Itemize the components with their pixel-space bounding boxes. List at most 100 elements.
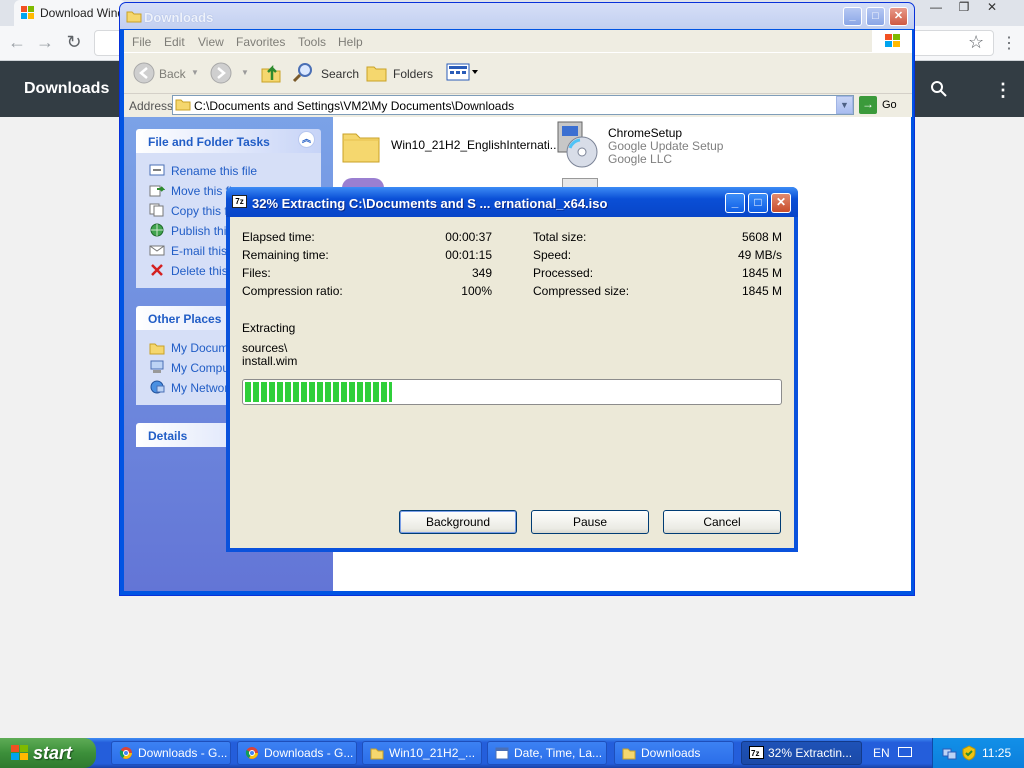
place-my-computer[interactable]: My Comput (171, 361, 232, 375)
current-directory: sources\ (242, 341, 288, 355)
folder-icon (370, 746, 384, 760)
reload-icon[interactable]: ↻ (64, 33, 84, 53)
forward-icon[interactable] (209, 61, 233, 85)
elapsed-time-value: 00:00:37 (445, 230, 492, 244)
task-move[interactable]: Move this fi (171, 184, 232, 198)
dialog-maximize-button[interactable]: □ (748, 193, 768, 213)
forward-arrow-icon[interactable]: → (35, 33, 55, 53)
taskbar-button-7zip[interactable]: 7z 32% Extractin... (741, 741, 862, 765)
address-path: C:\Documents and Settings\VM2\My Documen… (194, 99, 515, 113)
cancel-button[interactable]: Cancel (663, 510, 781, 534)
search-icon[interactable] (292, 61, 314, 83)
search-icon[interactable] (930, 80, 948, 98)
go-button[interactable]: Go (882, 99, 897, 111)
minimize-button[interactable]: — (922, 0, 950, 16)
up-folder-icon[interactable] (259, 60, 283, 84)
taskbar-button-label: 32% Extractin... (768, 746, 853, 760)
folder-icon (175, 97, 191, 111)
globe-icon (149, 223, 165, 237)
explorer-title: Downloads (144, 10, 214, 25)
7zip-icon: 7z (232, 195, 247, 208)
move-icon (149, 183, 165, 197)
security-shield-icon[interactable] (961, 745, 977, 761)
address-dropdown-icon[interactable]: ▼ (836, 96, 853, 114)
collapse-chevron-icon[interactable]: ︽ (298, 131, 315, 148)
folders-button[interactable]: Folders (393, 67, 433, 81)
chrome-menu-icon[interactable]: ⋮ (1001, 33, 1017, 53)
taskbar-button-date-time[interactable]: Date, Time, La... (487, 741, 607, 765)
menu-file[interactable]: File (132, 35, 151, 49)
language-indicator[interactable]: EN (873, 746, 890, 760)
chrome-icon (245, 746, 259, 760)
back-label[interactable]: Back (159, 67, 186, 81)
menu-favorites[interactable]: Favorites (236, 35, 285, 49)
taskbar-button-downloads-folder[interactable]: Downloads (614, 741, 734, 765)
installer-disc-icon[interactable] (554, 120, 602, 170)
back-arrow-icon[interactable]: ← (7, 33, 27, 53)
compression-ratio-label: Compression ratio: (242, 284, 343, 298)
dialog-minimize-button[interactable]: _ (725, 193, 745, 213)
files-label: Files: (242, 266, 271, 280)
pause-button[interactable]: Pause (531, 510, 649, 534)
taskbar-button-win10-folder[interactable]: Win10_21H2_... (362, 741, 482, 765)
downloads-page-title: Downloads (24, 80, 110, 97)
downloads-menu-icon[interactable]: ⋮ (994, 80, 1012, 101)
keyboard-icon[interactable] (898, 747, 912, 757)
taskbar-button-label: Date, Time, La... (514, 746, 603, 760)
file-win10-name[interactable]: Win10_21H2_EnglishInternati... (391, 138, 560, 152)
taskbar-button-label: Downloads - G... (264, 746, 354, 760)
restore-button[interactable]: ❐ (950, 0, 978, 16)
elapsed-time-label: Elapsed time: (242, 230, 315, 244)
current-file: install.wim (242, 354, 298, 368)
compressed-size-label: Compressed size: (533, 284, 630, 298)
close-button[interactable]: ✕ (978, 0, 1006, 16)
menu-tools[interactable]: Tools (298, 35, 326, 49)
back-dropdown-icon[interactable]: ▼ (191, 68, 199, 77)
rename-icon (149, 163, 165, 177)
go-arrow-icon[interactable]: → (859, 96, 877, 114)
task-delete[interactable]: Delete this (171, 264, 228, 278)
menu-view[interactable]: View (198, 35, 224, 49)
details-title: Details (148, 429, 188, 443)
network-icon[interactable] (942, 745, 958, 761)
taskbar-button-chrome-1[interactable]: Downloads - G... (111, 741, 231, 765)
clock: 11:25 (982, 746, 1012, 760)
menu-help[interactable]: Help (338, 35, 363, 49)
task-copy[interactable]: Copy this fi (171, 204, 230, 218)
background-button[interactable]: Background (399, 510, 517, 534)
processed-label: Processed: (533, 266, 594, 280)
explorer-minimize-button[interactable]: _ (843, 7, 862, 26)
explorer-titlebar[interactable] (120, 3, 914, 29)
place-my-network[interactable]: My Network (171, 381, 234, 395)
extract-dialog-title: 32% Extracting C:\Documents and S ... er… (252, 196, 608, 211)
explorer-maximize-button[interactable]: □ (866, 7, 885, 26)
task-publish[interactable]: Publish this (171, 224, 232, 238)
chrome-window-controls: — ❐ ✕ (922, 0, 1018, 18)
explorer-close-button[interactable]: ✕ (889, 7, 908, 26)
search-button[interactable]: Search (321, 67, 359, 81)
total-size-value: 5608 M (741, 230, 782, 244)
file-chrome-name[interactable]: ChromeSetup (608, 126, 682, 140)
dialog-close-button[interactable]: ✕ (771, 193, 791, 213)
task-rename[interactable]: Rename this file (171, 164, 257, 178)
back-icon[interactable] (132, 61, 156, 85)
address-label: Address (129, 99, 174, 113)
windows-logo-icon (872, 30, 912, 52)
folder-icon[interactable] (340, 124, 382, 166)
my-documents-icon (149, 341, 165, 355)
my-network-icon (149, 380, 165, 394)
star-icon[interactable]: ☆ (968, 32, 984, 53)
processed-value: 1845 M (741, 266, 782, 280)
speed-value: 49 MB/s (737, 248, 782, 262)
chrome-tab[interactable]: Download Windo (14, 0, 126, 26)
chrome-icon (119, 746, 133, 760)
menu-edit[interactable]: Edit (164, 35, 185, 49)
forward-dropdown-icon[interactable]: ▼ (241, 68, 249, 77)
taskbar-button-label: Downloads (641, 746, 701, 760)
remaining-time-value: 00:01:15 (445, 248, 492, 262)
copy-icon (149, 203, 165, 217)
total-size-label: Total size: (533, 230, 587, 244)
views-icon[interactable] (446, 62, 480, 82)
folders-icon[interactable] (366, 62, 388, 82)
taskbar-button-chrome-2[interactable]: Downloads - G... (237, 741, 357, 765)
